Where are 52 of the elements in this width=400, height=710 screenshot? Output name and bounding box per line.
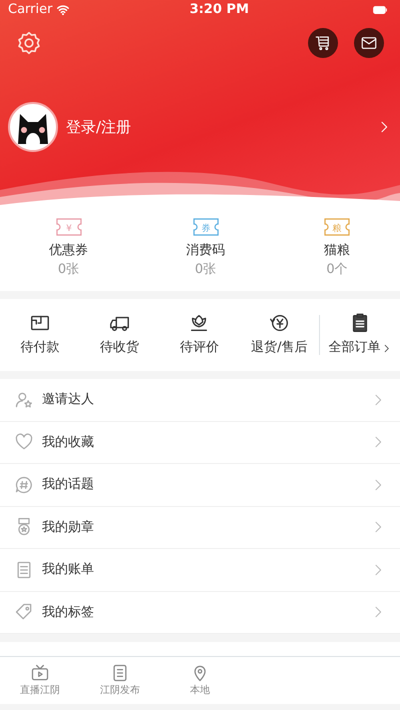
order-status-item[interactable]: 待付款 — [0, 312, 80, 358]
cart-button[interactable] — [308, 28, 338, 58]
asset-count: 0张 — [194, 261, 216, 279]
tab-bar-item[interactable]: 本地 — [160, 657, 240, 704]
menu-label: 我的标签 — [42, 604, 95, 622]
login-row[interactable]: 登录/注册 — [0, 102, 400, 152]
order-label: 待评价 — [180, 339, 219, 358]
menu-row[interactable]: 邀请达人 — [0, 379, 400, 422]
message-button[interactable] — [354, 28, 384, 58]
menu-label: 我的话题 — [42, 476, 95, 494]
menu-label: 邀请达人 — [42, 391, 95, 409]
status-time: 3:20 PM — [190, 1, 249, 20]
asset-label: 猫粮 — [324, 242, 350, 260]
menu-row[interactable]: 我的账单 — [0, 549, 400, 592]
ticket-icon: 券 — [192, 216, 220, 236]
order-label: 待收货 — [100, 339, 140, 358]
settings-icon[interactable] — [16, 30, 42, 56]
menu-row[interactable]: 我的话题 — [0, 464, 400, 506]
asset-count: 0个 — [326, 261, 348, 279]
all-orders-label: 全部订单 — [328, 339, 381, 358]
user-star-icon — [14, 390, 34, 410]
login-text: 登录/注册 — [66, 116, 132, 138]
ticket-icon: ¥ — [54, 216, 82, 236]
menu-row[interactable]: 我的勋章 — [0, 506, 400, 549]
menu-row[interactable]: 我的标签 — [0, 592, 400, 634]
hashtag-icon — [14, 474, 34, 495]
menu-label: 我的勋章 — [42, 518, 95, 536]
all-orders-link[interactable]: 全部订单 — [320, 312, 400, 358]
tab-bar-item[interactable]: 直播江阴 — [0, 657, 80, 704]
order-label: 退货/售后 — [251, 339, 308, 358]
carrier-name: Carrier — [8, 1, 52, 20]
menu-label: 我的账单 — [42, 561, 95, 579]
asset-item[interactable]: 券 消费码 0张 — [137, 216, 274, 280]
asset-label: 优惠券 — [49, 242, 88, 260]
order-label: 待付款 — [20, 339, 60, 358]
tv-icon — [30, 663, 50, 683]
order-status-item[interactable]: 待收货 — [80, 312, 160, 358]
tab-bar-item[interactable]: 江阴发布 — [80, 657, 160, 704]
asset-count: 0张 — [58, 261, 80, 279]
order-status-item[interactable]: 待评价 — [160, 312, 240, 358]
tag-icon — [14, 602, 34, 622]
wifi-icon — [56, 3, 70, 17]
asset-label: 消费码 — [186, 242, 225, 260]
asset-item[interactable]: 粮 猫粮 0个 — [274, 216, 400, 280]
asset-item[interactable]: ¥ 优惠券 0张 — [0, 216, 137, 280]
ticket-icon: 粮 — [323, 216, 351, 236]
menu-row[interactable]: 我的收藏 — [0, 422, 400, 464]
menu-label: 我的收藏 — [42, 434, 95, 452]
cart-icon — [314, 34, 332, 52]
order-status-item[interactable]: 退货/售后 — [239, 312, 320, 358]
avatar — [8, 102, 58, 152]
envelope-icon — [360, 34, 378, 52]
